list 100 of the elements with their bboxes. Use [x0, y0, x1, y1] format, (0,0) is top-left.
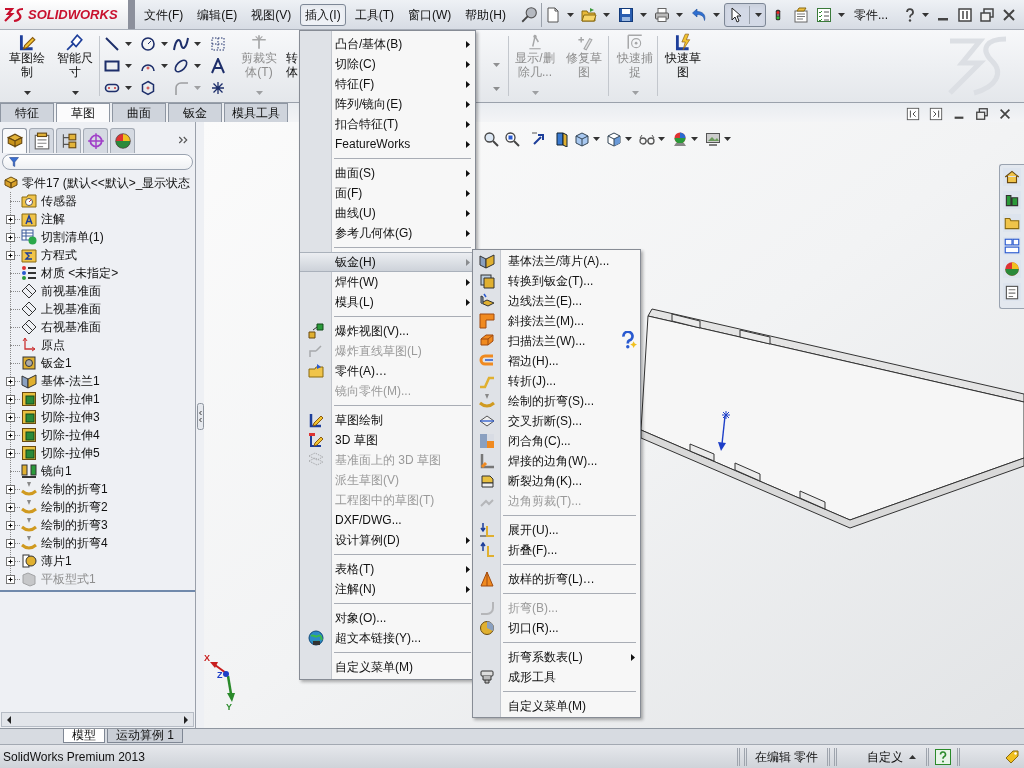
- menu-item[interactable]: 表格(T): [300, 559, 475, 579]
- menu-item[interactable]: 焊件(W): [300, 272, 475, 292]
- sketch-tool-button[interactable]: [104, 36, 132, 52]
- shaded-cube-icon[interactable]: [606, 131, 622, 147]
- sketch-tool-button[interactable]: [140, 36, 168, 52]
- toolbar-button[interactable]: 快速草图: [662, 30, 704, 102]
- caret-icon[interactable]: [161, 64, 168, 68]
- tree-item[interactable]: 传感器: [0, 192, 195, 210]
- panel-tab[interactable]: [83, 128, 108, 153]
- folder-icon[interactable]: [581, 6, 597, 23]
- close-icon[interactable]: [998, 107, 1012, 121]
- select-button[interactable]: [724, 2, 766, 27]
- menu-item[interactable]: 自定义菜单(M): [300, 657, 475, 677]
- restore-icon[interactable]: [979, 6, 995, 23]
- caret-icon[interactable]: [125, 64, 132, 68]
- panel-tab[interactable]: [29, 128, 54, 153]
- ribbon-tab[interactable]: 钣金: [168, 103, 222, 122]
- toolbar-button[interactable]: 转体: [285, 30, 299, 102]
- tree-item[interactable]: 镜向1: [0, 462, 195, 480]
- sketch-tool-button[interactable]: [210, 80, 226, 96]
- tree-item[interactable]: 绘制的折弯1: [0, 480, 195, 498]
- caret-icon[interactable]: [724, 137, 731, 141]
- tree-item[interactable]: 注解: [0, 210, 195, 228]
- menu-bar-item[interactable]: 插入(I): [300, 3, 346, 26]
- tree-item[interactable]: 切除-拉伸3: [0, 408, 195, 426]
- caret-icon[interactable]: [713, 12, 720, 17]
- expand-icon[interactable]: [6, 521, 15, 530]
- caret-icon[interactable]: [838, 12, 845, 17]
- ribbon-tab[interactable]: 特征: [0, 103, 54, 122]
- ribbon-tab[interactable]: 草图: [56, 103, 110, 122]
- menu-item[interactable]: 折弯系数表(L): [473, 647, 640, 667]
- menu-item[interactable]: 基体法兰/薄片(A)...: [473, 251, 640, 271]
- tree-item[interactable]: 绘制的折弯4: [0, 534, 195, 552]
- menu-item[interactable]: 转换到钣金(T)...: [473, 271, 640, 291]
- sketch-tool-button[interactable]: [140, 80, 156, 96]
- folder-icon[interactable]: [1003, 214, 1021, 232]
- expand-icon[interactable]: [6, 251, 15, 260]
- expand-icon[interactable]: [6, 539, 15, 548]
- expand-icon[interactable]: [6, 395, 15, 404]
- tree-root-item[interactable]: 零件17 (默认<<默认>_显示状态: [0, 174, 195, 192]
- tree-item[interactable]: 切除-拉伸4: [0, 426, 195, 444]
- menu-item[interactable]: 切除(C): [300, 54, 475, 74]
- menu-item[interactable]: 绘制的折弯(S)...: [473, 391, 640, 411]
- menu-item[interactable]: 焊接的边角(W)...: [473, 451, 640, 471]
- menu-item[interactable]: 展开(U)...: [473, 520, 640, 540]
- document-icon[interactable]: [545, 6, 561, 23]
- menu-item[interactable]: 闭合角(C)...: [473, 431, 640, 451]
- tree-item[interactable]: 前视基准面: [0, 282, 195, 300]
- tree-item[interactable]: 基体-法兰1: [0, 372, 195, 390]
- caret-icon[interactable]: [71, 91, 79, 95]
- magnifier-square-icon[interactable]: [504, 131, 520, 147]
- tree-item[interactable]: 薄片1: [0, 552, 195, 570]
- bar-blocks-icon[interactable]: [1003, 191, 1021, 209]
- diagonal-arrow-icon[interactable]: [531, 131, 547, 147]
- ball-on-stand-icon[interactable]: [672, 131, 688, 147]
- menu-item[interactable]: 草图绘制: [300, 410, 475, 430]
- scroll-right-icon[interactable]: [183, 715, 189, 724]
- menu-item[interactable]: 断裂边角(K)...: [473, 471, 640, 491]
- panel-tab[interactable]: [56, 128, 81, 153]
- menu-item[interactable]: DXF/DWG...: [300, 510, 475, 530]
- clipboard-icon[interactable]: [793, 6, 809, 23]
- tree-item[interactable]: 绘制的折弯2: [0, 498, 195, 516]
- tree-item[interactable]: 方程式: [0, 246, 195, 264]
- caret-icon[interactable]: [194, 42, 201, 46]
- menu-bar-item[interactable]: 编辑(E): [192, 3, 243, 26]
- close-icon[interactable]: [1001, 6, 1017, 23]
- expand-icon[interactable]: [6, 503, 15, 512]
- menu-item[interactable]: 曲面(S): [300, 163, 475, 183]
- expand-icon[interactable]: [6, 233, 15, 242]
- tree-item[interactable]: 切割清单(1): [0, 228, 195, 246]
- menu-bar-item[interactable]: 视图(V): [246, 3, 297, 26]
- menu-item[interactable]: 切口(R)...: [473, 618, 640, 638]
- menu-item[interactable]: 自定义菜单(M): [473, 696, 640, 716]
- menu-item[interactable]: 模具(L): [300, 292, 475, 312]
- undo-icon[interactable]: [691, 6, 707, 23]
- split-block-icon[interactable]: [553, 131, 569, 147]
- caret-icon[interactable]: [755, 12, 762, 17]
- filter-field[interactable]: [2, 154, 193, 170]
- caret-icon[interactable]: [676, 12, 683, 17]
- tree-item[interactable]: 原点: [0, 336, 195, 354]
- menu-item[interactable]: 交叉折断(S)...: [473, 411, 640, 431]
- menu-item[interactable]: 凸台/基体(B): [300, 34, 475, 54]
- menu-item[interactable]: 阵列/镜向(E): [300, 94, 475, 114]
- caret-icon[interactable]: [603, 12, 610, 17]
- double-chevron-icon[interactable]: [177, 134, 189, 146]
- scrollbar-track[interactable]: [1, 712, 194, 727]
- expand-icon[interactable]: [6, 485, 15, 494]
- caret-icon[interactable]: [194, 64, 201, 68]
- help-icon[interactable]: [619, 331, 637, 349]
- pane-left-icon[interactable]: [906, 107, 920, 121]
- menu-item[interactable]: 扣合特征(T): [300, 114, 475, 134]
- menu-item[interactable]: 钣金(H): [300, 252, 475, 272]
- caret-icon[interactable]: [125, 42, 132, 46]
- menu-item[interactable]: 折叠(F)...: [473, 540, 640, 560]
- caret-icon[interactable]: [567, 12, 574, 17]
- menu-item[interactable]: 设计算例(D): [300, 530, 475, 550]
- menu-item[interactable]: 成形工具: [473, 667, 640, 687]
- units-dropdown[interactable]: 自定义: [867, 747, 916, 766]
- cube-icon[interactable]: [574, 131, 590, 147]
- menu-item[interactable]: 面(F): [300, 183, 475, 203]
